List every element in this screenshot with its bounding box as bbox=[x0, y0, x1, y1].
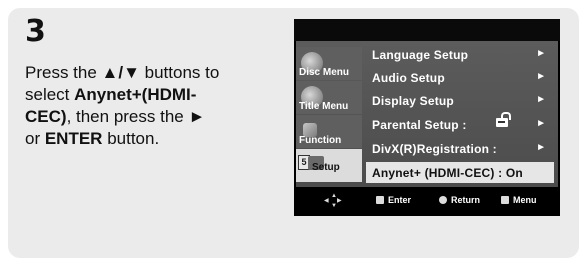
up-down-arrows-icon: ▲/▼ bbox=[101, 63, 140, 82]
sidebar-item-disc-menu[interactable]: Disc Menu bbox=[296, 47, 362, 80]
menu-item-display-setup[interactable]: Display Setup ► bbox=[366, 90, 554, 111]
menu-label: Anynet+ (HDMI-CEC) : On bbox=[372, 166, 523, 180]
menu-item-anynet[interactable]: Anynet+ (HDMI-CEC) : On bbox=[366, 162, 554, 183]
instr-text-2: buttons to bbox=[139, 63, 220, 82]
osd-top-bar bbox=[294, 19, 560, 41]
osd-screen: Disc Menu Title Menu Function 5 Setup La… bbox=[294, 19, 560, 216]
instruction-text: Press the ▲/▼ buttons to select Anynet+(… bbox=[25, 62, 265, 150]
chevron-right-icon: ► bbox=[536, 94, 546, 105]
sidebar-item-setup[interactable]: 5 Setup bbox=[296, 149, 362, 182]
osd-body: Disc Menu Title Menu Function 5 Setup La… bbox=[296, 41, 558, 187]
footer-return: Return bbox=[439, 195, 480, 205]
instr-text-4: , then press the bbox=[66, 107, 189, 126]
menu-item-audio-setup[interactable]: Audio Setup ► bbox=[366, 67, 554, 88]
menu-label: Display Setup bbox=[372, 94, 454, 108]
sidebar-label: Title Menu bbox=[299, 101, 349, 112]
footer-enter: Enter bbox=[376, 195, 411, 205]
footer-enter-label: Enter bbox=[388, 195, 412, 205]
menu-item-language-setup[interactable]: Language Setup ► bbox=[366, 44, 554, 65]
return-key-icon bbox=[439, 196, 447, 204]
sidebar-label: Function bbox=[299, 135, 342, 146]
instr-text-1: Press the bbox=[25, 63, 102, 82]
nav-pad-icon: ▲ ◀ ▶ ▼ bbox=[324, 193, 342, 209]
menu-label: DivX(R)Registration : bbox=[372, 142, 497, 156]
instr-text-5: or bbox=[25, 129, 45, 148]
footer-menu: Menu bbox=[501, 195, 537, 205]
menu-label: Parental Setup : bbox=[372, 118, 467, 132]
step-number: 3 bbox=[25, 14, 46, 49]
sidebar-label: Setup bbox=[312, 162, 340, 173]
instr-enter: ENTER bbox=[44, 129, 103, 148]
setup-menu: Language Setup ► Audio Setup ► Display S… bbox=[366, 41, 554, 187]
enter-key-icon bbox=[376, 196, 384, 204]
menu-item-parental-setup[interactable]: Parental Setup : ► bbox=[366, 112, 554, 135]
menu-label: Audio Setup bbox=[372, 71, 445, 85]
lock-icon bbox=[496, 112, 511, 127]
footer-return-label: Return bbox=[451, 195, 480, 205]
instr-text-3: select bbox=[25, 85, 75, 104]
sidebar-item-title-menu[interactable]: Title Menu bbox=[296, 81, 362, 114]
sidebar-item-function[interactable]: Function bbox=[296, 115, 362, 148]
osd-footer: ▲ ◀ ▶ ▼ Enter Return Menu bbox=[296, 189, 558, 214]
instr-target-2: CEC) bbox=[25, 107, 67, 126]
right-arrow-icon: ► bbox=[188, 107, 206, 126]
chevron-right-icon: ► bbox=[536, 142, 546, 153]
menu-label: Language Setup bbox=[372, 48, 469, 62]
osd-sidebar: Disc Menu Title Menu Function 5 Setup bbox=[296, 41, 362, 187]
chevron-right-icon: ► bbox=[536, 48, 546, 59]
sidebar-label: Disc Menu bbox=[299, 67, 350, 78]
menu-key-icon bbox=[501, 196, 509, 204]
footer-menu-label: Menu bbox=[513, 195, 537, 205]
chevron-right-icon: ► bbox=[536, 71, 546, 82]
instr-target-1: Anynet+(HDMI- bbox=[74, 85, 197, 104]
chevron-right-icon: ► bbox=[536, 118, 546, 129]
menu-item-divx-registration[interactable]: DivX(R)Registration : ► bbox=[366, 138, 554, 159]
instr-text-6: button. bbox=[102, 129, 160, 148]
